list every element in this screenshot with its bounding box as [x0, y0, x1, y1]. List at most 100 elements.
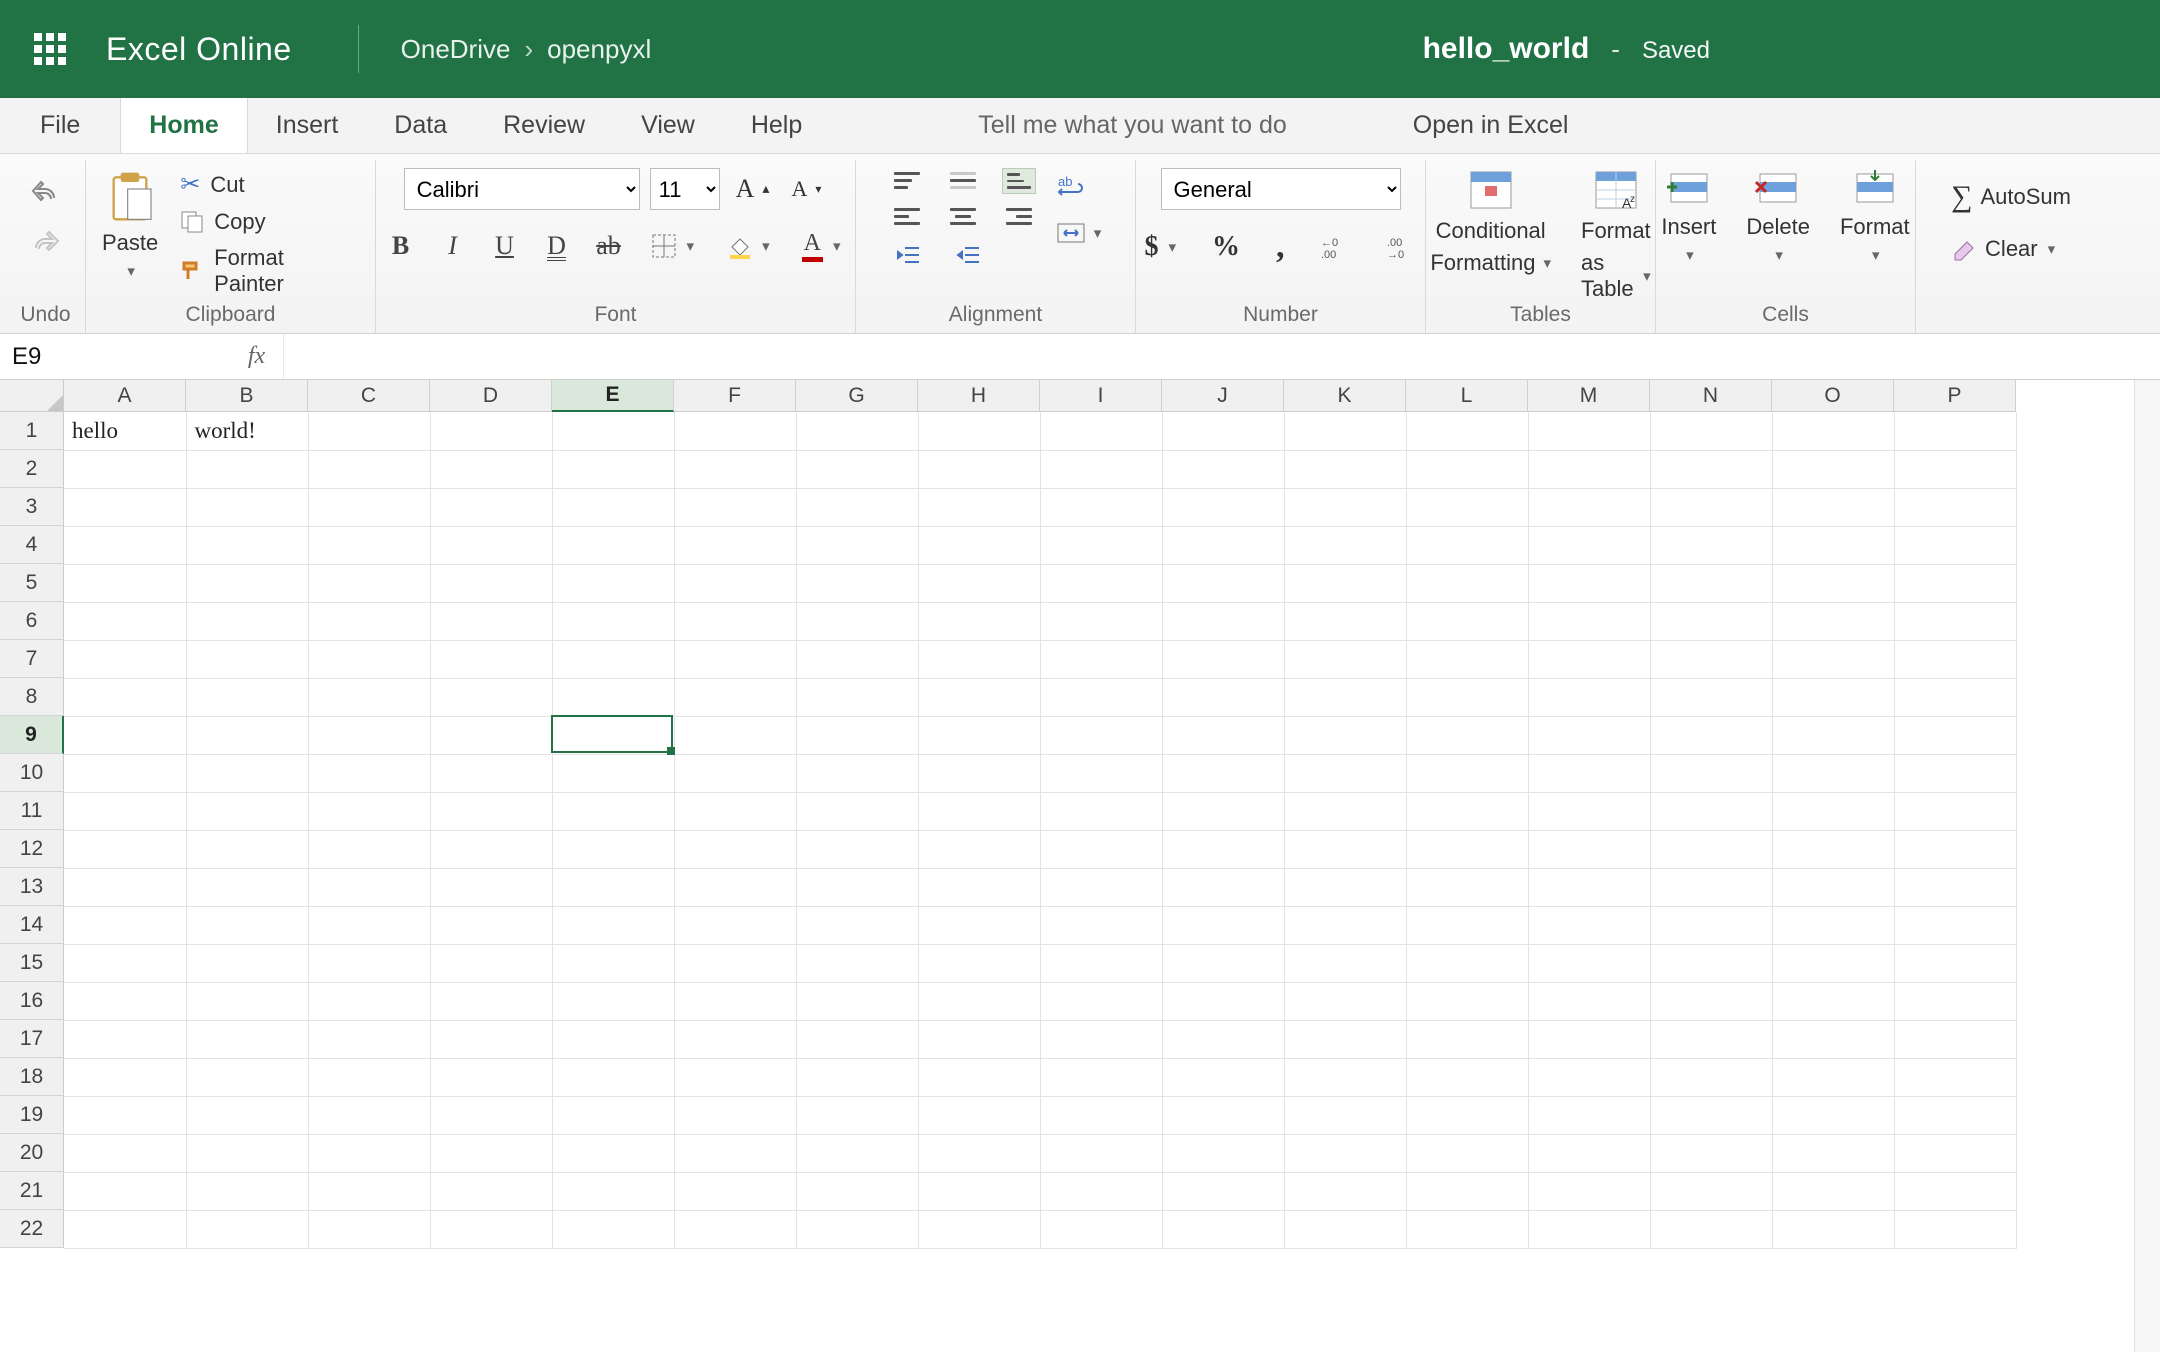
- cell-F22[interactable]: [674, 1210, 796, 1248]
- cell-E13[interactable]: [552, 868, 674, 906]
- cell-K18[interactable]: [1284, 1058, 1406, 1096]
- cell-A16[interactable]: [64, 982, 186, 1020]
- double-underline-button[interactable]: D: [541, 231, 573, 261]
- cell-J17[interactable]: [1162, 1020, 1284, 1058]
- cell-L5[interactable]: [1406, 564, 1528, 602]
- cell-C2[interactable]: [308, 450, 430, 488]
- cell-B1[interactable]: world!: [186, 412, 308, 450]
- cell-B21[interactable]: [186, 1172, 308, 1210]
- cell-H13[interactable]: [918, 868, 1040, 906]
- cell-O7[interactable]: [1772, 640, 1894, 678]
- cell-H8[interactable]: [918, 678, 1040, 716]
- column-header-G[interactable]: G: [796, 380, 918, 412]
- column-header-J[interactable]: J: [1162, 380, 1284, 412]
- cell-G6[interactable]: [796, 602, 918, 640]
- cell-C6[interactable]: [308, 602, 430, 640]
- cell-H1[interactable]: [918, 412, 1040, 450]
- cell-G8[interactable]: [796, 678, 918, 716]
- cell-N7[interactable]: [1650, 640, 1772, 678]
- cell-D14[interactable]: [430, 906, 552, 944]
- cell-A4[interactable]: [64, 526, 186, 564]
- cell-A12[interactable]: [64, 830, 186, 868]
- increase-indent-button[interactable]: [950, 240, 988, 270]
- cell-I6[interactable]: [1040, 602, 1162, 640]
- cell-B17[interactable]: [186, 1020, 308, 1058]
- cell-K17[interactable]: [1284, 1020, 1406, 1058]
- cell-L7[interactable]: [1406, 640, 1528, 678]
- cell-H16[interactable]: [918, 982, 1040, 1020]
- cell-L10[interactable]: [1406, 754, 1528, 792]
- cell-J4[interactable]: [1162, 526, 1284, 564]
- cell-C8[interactable]: [308, 678, 430, 716]
- cell-F14[interactable]: [674, 906, 796, 944]
- cell-I18[interactable]: [1040, 1058, 1162, 1096]
- cell-B11[interactable]: [186, 792, 308, 830]
- cell-K3[interactable]: [1284, 488, 1406, 526]
- cell-F20[interactable]: [674, 1134, 796, 1172]
- cell-N16[interactable]: [1650, 982, 1772, 1020]
- column-header-M[interactable]: M: [1528, 380, 1650, 412]
- cell-L13[interactable]: [1406, 868, 1528, 906]
- cell-K22[interactable]: [1284, 1210, 1406, 1248]
- cell-G10[interactable]: [796, 754, 918, 792]
- cell-G17[interactable]: [796, 1020, 918, 1058]
- cell-M22[interactable]: [1528, 1210, 1650, 1248]
- fill-color-button[interactable]: ▾: [720, 229, 776, 263]
- cell-M11[interactable]: [1528, 792, 1650, 830]
- cell-O19[interactable]: [1772, 1096, 1894, 1134]
- cell-D13[interactable]: [430, 868, 552, 906]
- cell-C22[interactable]: [308, 1210, 430, 1248]
- cell-C19[interactable]: [308, 1096, 430, 1134]
- cell-E3[interactable]: [552, 488, 674, 526]
- cell-M20[interactable]: [1528, 1134, 1650, 1172]
- cell-O17[interactable]: [1772, 1020, 1894, 1058]
- breadcrumb-root[interactable]: OneDrive: [401, 34, 511, 65]
- cell-O21[interactable]: [1772, 1172, 1894, 1210]
- cell-A17[interactable]: [64, 1020, 186, 1058]
- cell-G1[interactable]: [796, 412, 918, 450]
- cell-A10[interactable]: [64, 754, 186, 792]
- cell-G18[interactable]: [796, 1058, 918, 1096]
- delete-cells-button[interactable]: Delete ▾: [1746, 168, 1810, 264]
- column-header-N[interactable]: N: [1650, 380, 1772, 412]
- paste-button[interactable]: Paste ▾: [102, 168, 158, 280]
- cell-P2[interactable]: [1894, 450, 2016, 488]
- tab-view[interactable]: View: [613, 98, 723, 153]
- row-header-14[interactable]: 14: [0, 906, 64, 944]
- cell-A5[interactable]: [64, 564, 186, 602]
- cell-L17[interactable]: [1406, 1020, 1528, 1058]
- cell-D2[interactable]: [430, 450, 552, 488]
- cell-L3[interactable]: [1406, 488, 1528, 526]
- cell-K20[interactable]: [1284, 1134, 1406, 1172]
- cell-E7[interactable]: [552, 640, 674, 678]
- cell-M12[interactable]: [1528, 830, 1650, 868]
- cell-P11[interactable]: [1894, 792, 2016, 830]
- cell-J8[interactable]: [1162, 678, 1284, 716]
- cell-G2[interactable]: [796, 450, 918, 488]
- cell-B16[interactable]: [186, 982, 308, 1020]
- cell-J1[interactable]: [1162, 412, 1284, 450]
- cell-D21[interactable]: [430, 1172, 552, 1210]
- font-color-button[interactable]: A▾: [796, 226, 847, 266]
- cell-J15[interactable]: [1162, 944, 1284, 982]
- cell-F8[interactable]: [674, 678, 796, 716]
- cell-J20[interactable]: [1162, 1134, 1284, 1172]
- decrease-decimal-button[interactable]: .00→0: [1381, 230, 1423, 264]
- cell-N21[interactable]: [1650, 1172, 1772, 1210]
- cell-C14[interactable]: [308, 906, 430, 944]
- decrease-indent-button[interactable]: [890, 240, 928, 270]
- cell-I1[interactable]: [1040, 412, 1162, 450]
- cell-B22[interactable]: [186, 1210, 308, 1248]
- cell-A19[interactable]: [64, 1096, 186, 1134]
- cell-I8[interactable]: [1040, 678, 1162, 716]
- cell-J5[interactable]: [1162, 564, 1284, 602]
- cell-D10[interactable]: [430, 754, 552, 792]
- align-right-button[interactable]: [1002, 204, 1036, 230]
- cell-D22[interactable]: [430, 1210, 552, 1248]
- cell-J12[interactable]: [1162, 830, 1284, 868]
- cell-E22[interactable]: [552, 1210, 674, 1248]
- cell-N5[interactable]: [1650, 564, 1772, 602]
- cell-N13[interactable]: [1650, 868, 1772, 906]
- cell-P7[interactable]: [1894, 640, 2016, 678]
- column-header-H[interactable]: H: [918, 380, 1040, 412]
